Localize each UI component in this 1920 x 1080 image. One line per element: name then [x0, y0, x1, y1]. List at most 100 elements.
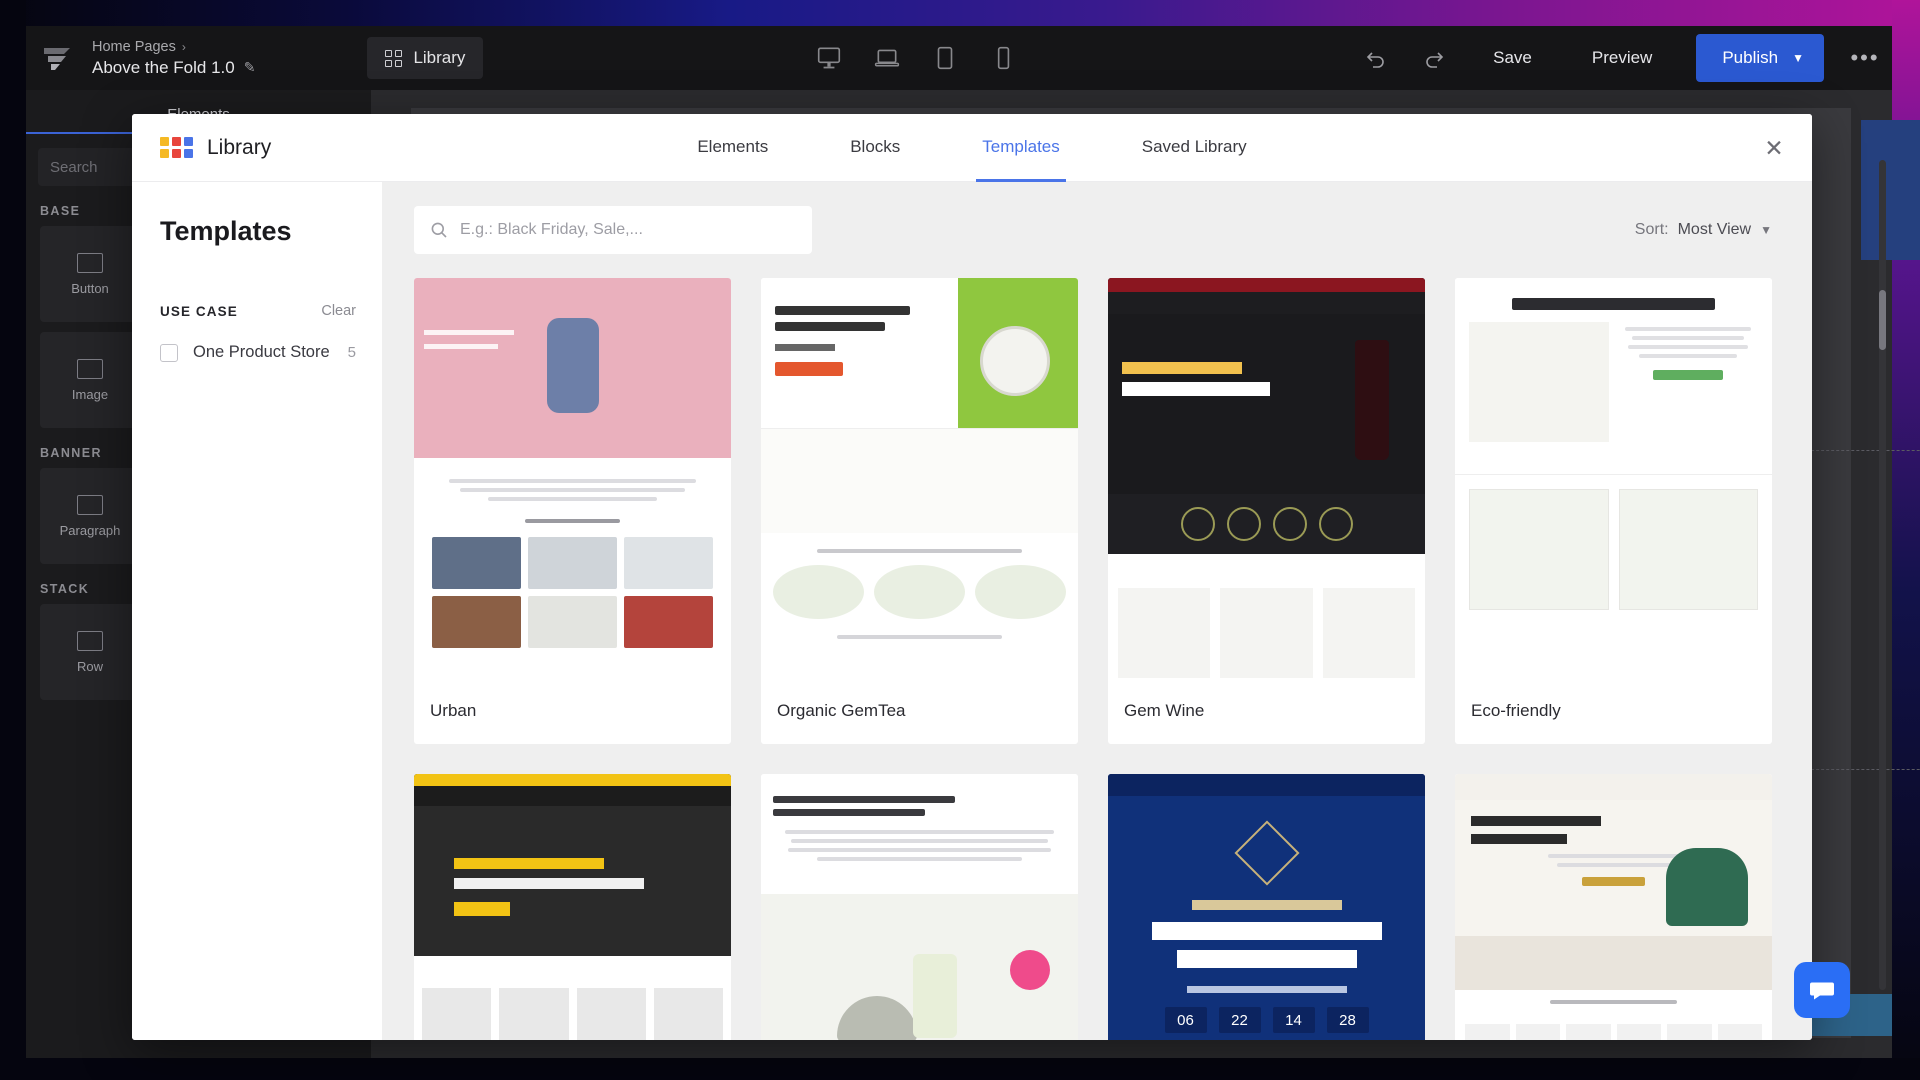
editor-app: Home Pages › Above the Fold 1.0 ✎ Librar…	[26, 26, 1920, 1058]
templates-gallery: E.g.: Black Friday, Sale,... Sort: Most …	[382, 182, 1812, 1040]
use-case-header: USE CASE Clear	[160, 303, 356, 319]
device-switcher	[816, 26, 1016, 90]
sidebar-item-image[interactable]: Image	[40, 332, 140, 428]
thumb-art-gemwine	[1108, 278, 1425, 678]
tab-blocks[interactable]: Blocks	[844, 114, 906, 182]
countdown: 06 22 14 28	[1108, 1007, 1425, 1033]
template-card[interactable]: 06 22 14 28 Amazon Prime Day	[1108, 774, 1425, 1040]
tab-templates[interactable]: Templates	[976, 114, 1066, 182]
search-input[interactable]: E.g.: Black Friday, Sale,...	[414, 206, 812, 254]
sidebar-item-label: Button	[71, 280, 109, 296]
template-card[interactable]: Eco-friendly	[1455, 278, 1772, 744]
breadcrumb-chevron-icon: ›	[181, 39, 186, 54]
row-icon	[77, 630, 103, 651]
template-thumbnail: 06 22 14 28	[1108, 774, 1425, 1040]
decorative-frame-left	[0, 0, 26, 1080]
sidebar-item-label: Paragraph	[59, 522, 121, 538]
template-thumbnail	[414, 278, 731, 678]
filter-one-product-store[interactable]: One Product Store 5	[160, 343, 356, 362]
countdown-seconds: 28	[1326, 1007, 1369, 1033]
preview-button[interactable]: Preview	[1562, 26, 1682, 90]
chevron-down-icon: ▼	[1792, 51, 1804, 65]
template-grid-row-2: Gem Active	[382, 774, 1812, 1040]
chevron-down-icon: ▼	[1760, 223, 1772, 237]
use-case-label: USE CASE	[160, 303, 238, 319]
redo-button[interactable]	[1405, 26, 1463, 90]
publish-button[interactable]: Publish ▼	[1696, 34, 1824, 82]
canvas-hero-block	[1861, 120, 1920, 260]
pencil-icon[interactable]: ✎	[244, 59, 256, 76]
chat-launcher-button[interactable]	[1794, 962, 1850, 1018]
modal-tabs: Elements Blocks Templates Saved Library	[132, 114, 1812, 182]
canvas-dropzone	[1801, 450, 1920, 770]
search-icon	[431, 222, 447, 238]
template-card[interactable]: Organic GemTea	[761, 278, 1078, 744]
template-card[interactable]: Gem Wine	[1108, 278, 1425, 744]
more-options-button[interactable]: •••	[1838, 26, 1892, 90]
template-card[interactable]: GemSkin	[761, 774, 1078, 1040]
sidebar-item-label: Image	[71, 386, 109, 402]
mobile-icon[interactable]	[990, 45, 1016, 71]
sort-dropdown[interactable]: Sort: Most View ▼	[1635, 221, 1772, 239]
template-name: Urban	[430, 701, 477, 720]
countdown-minutes: 14	[1272, 1007, 1315, 1033]
sidebar-item-label: Row	[76, 658, 103, 674]
laptop-icon[interactable]	[874, 45, 900, 71]
filter-count: 5	[347, 344, 356, 361]
library-button[interactable]: Library	[367, 37, 484, 79]
template-thumbnail	[1108, 278, 1425, 678]
breadcrumb-parent[interactable]: Home Pages	[92, 39, 176, 55]
decorative-gradient-top	[0, 0, 1920, 26]
button-icon	[77, 252, 103, 273]
template-card[interactable]: Home Deserves	[1455, 774, 1772, 1040]
template-card[interactable]: Gem Active	[414, 774, 731, 1040]
checkbox-icon[interactable]	[160, 343, 178, 362]
desktop-icon[interactable]	[816, 45, 842, 71]
tab-saved-library[interactable]: Saved Library	[1136, 114, 1253, 182]
save-button[interactable]: Save	[1463, 26, 1562, 90]
template-name: Eco-friendly	[1471, 701, 1561, 720]
undo-button[interactable]	[1347, 26, 1405, 90]
sidebar-search-text: Search	[50, 158, 98, 176]
grid-icon	[385, 49, 403, 67]
tab-elements[interactable]: Elements	[691, 114, 774, 182]
thumb-art-gemtea	[761, 278, 1078, 678]
sort-value: Most View	[1677, 221, 1752, 238]
library-modal: Library Elements Blocks Templates Saved …	[132, 114, 1812, 1040]
template-thumbnail	[761, 774, 1078, 1040]
page-title: Above the Fold 1.0	[92, 57, 235, 77]
modal-body: Templates USE CASE Clear One Product Sto…	[132, 182, 1812, 1040]
screen-root: Home Pages › Above the Fold 1.0 ✎ Librar…	[0, 0, 1920, 1080]
template-thumbnail	[414, 774, 731, 1040]
template-thumbnail	[1455, 774, 1772, 1040]
sidebar-item-button[interactable]: Button	[40, 226, 140, 322]
sidebar-item-paragraph[interactable]: Paragraph	[40, 468, 140, 564]
modal-header: Library Elements Blocks Templates Saved …	[132, 114, 1812, 182]
thumb-art-eco-hero	[1455, 278, 1772, 474]
template-card[interactable]: Urban	[414, 278, 731, 744]
template-thumbnail	[1455, 278, 1772, 678]
thumb-art-eco-body	[1455, 474, 1772, 624]
tablet-icon[interactable]	[932, 45, 958, 71]
clear-filters-link[interactable]: Clear	[321, 303, 356, 319]
canvas-scrollbar-track[interactable]	[1879, 160, 1886, 990]
templates-heading: Templates	[160, 216, 292, 246]
topbar-actions: Save Preview Publish ▼ •••	[1347, 26, 1892, 90]
close-icon[interactable]: ✕	[1760, 134, 1788, 162]
search-placeholder-text: E.g.: Black Friday, Sale,...	[460, 221, 643, 238]
template-grid-row-1: Urban Organic GemTea Gem Wine Eco-friend…	[382, 278, 1812, 744]
sidebar-item-row[interactable]: Row	[40, 604, 140, 700]
canvas-scrollbar-thumb[interactable]	[1879, 290, 1886, 350]
filter-label: One Product Store	[193, 343, 330, 361]
template-name: Gem Wine	[1124, 701, 1205, 720]
library-button-label: Library	[413, 48, 466, 67]
breadcrumb: Home Pages › Above the Fold 1.0 ✎	[92, 39, 255, 78]
thumb-art-gemactive	[414, 774, 731, 1040]
decorative-frame-bottom	[0, 1058, 1920, 1080]
image-icon	[77, 358, 103, 379]
editor-topbar: Home Pages › Above the Fold 1.0 ✎ Librar…	[26, 26, 1892, 90]
countdown-hours: 22	[1218, 1007, 1261, 1033]
template-thumbnail	[761, 278, 1078, 678]
publish-label: Publish	[1722, 48, 1779, 67]
app-logo[interactable]	[26, 26, 88, 90]
